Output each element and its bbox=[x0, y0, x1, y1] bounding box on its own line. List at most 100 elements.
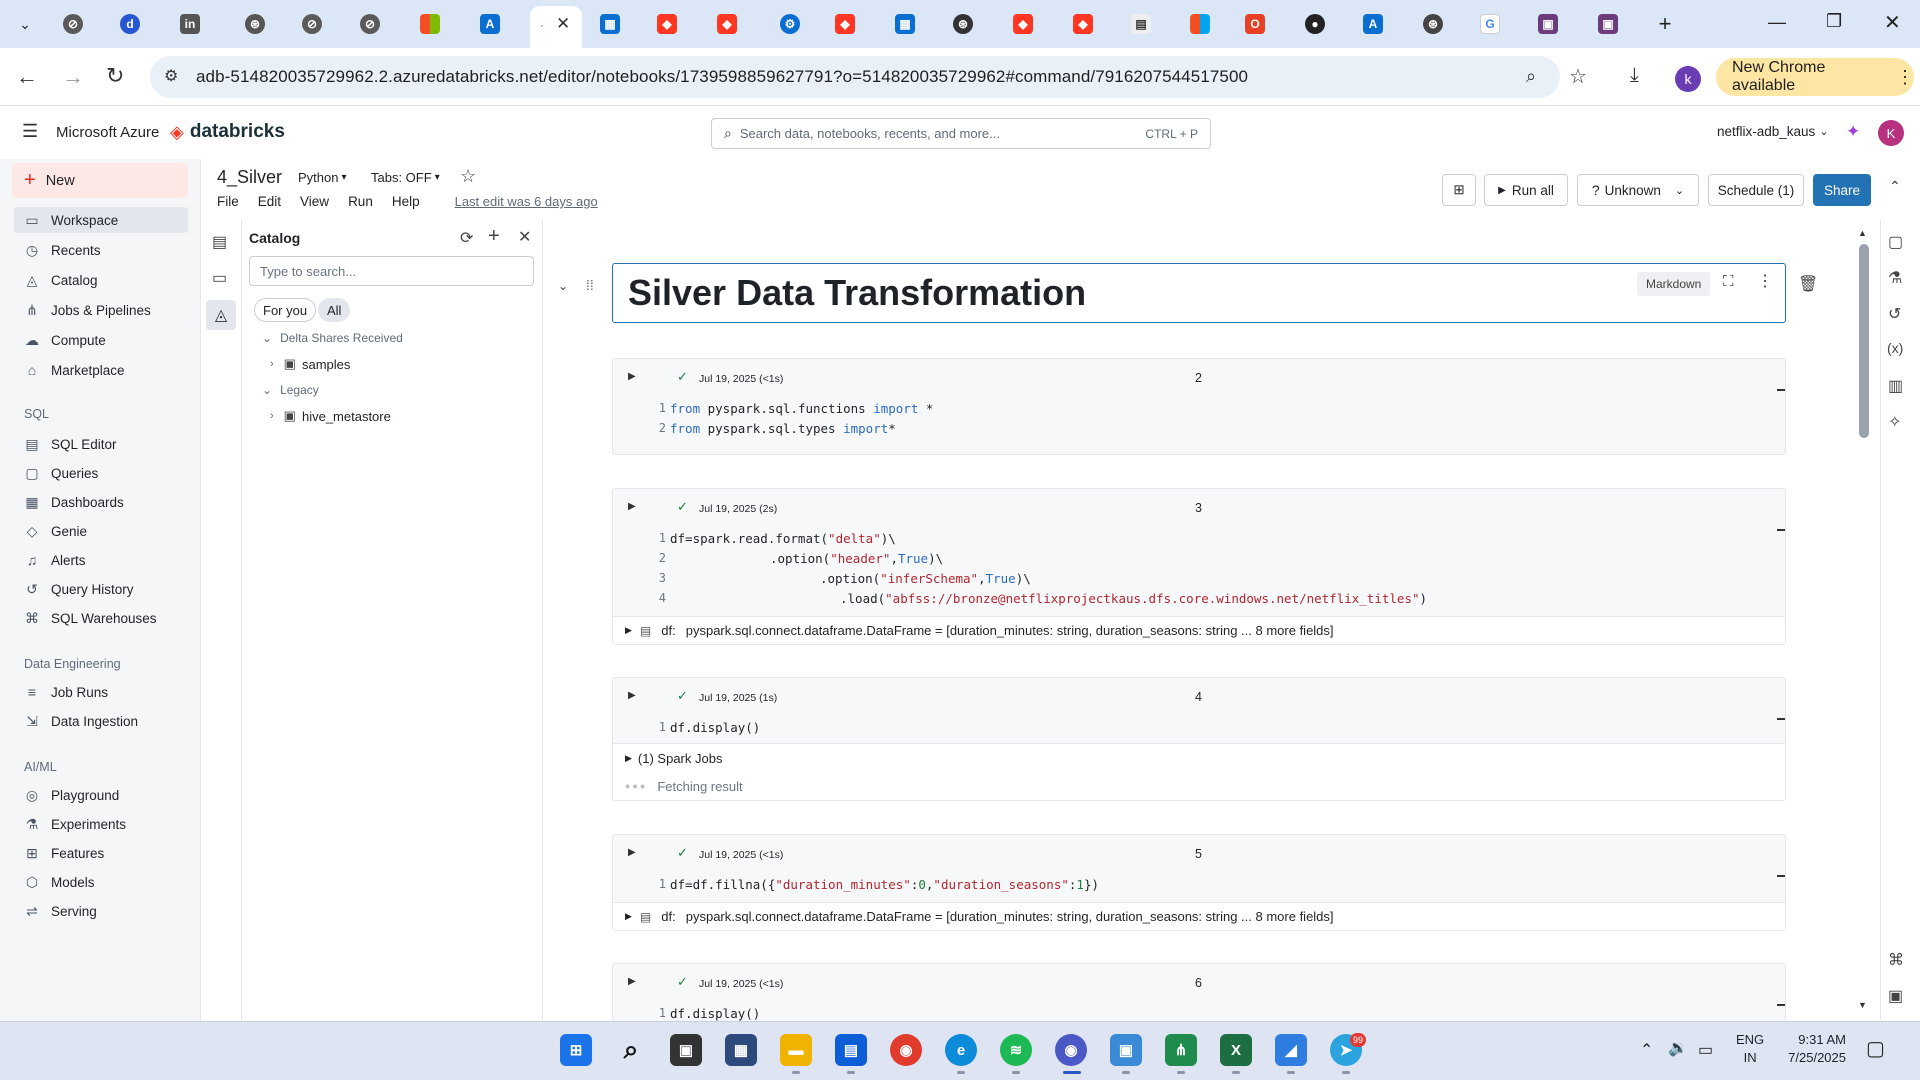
tab-openai[interactable]: ⊛ bbox=[240, 9, 270, 39]
tab-notepad[interactable]: ▤ bbox=[1126, 9, 1156, 39]
expand-caret-icon[interactable]: ▶ bbox=[625, 911, 632, 922]
sidebar-item-data-ingestion[interactable]: ⇲ Data Ingestion bbox=[14, 708, 188, 734]
tab-linkedin[interactable]: in bbox=[175, 9, 205, 39]
more-vertical-icon[interactable]: ⋮ bbox=[1896, 67, 1914, 88]
tab-chatgpt-3[interactable]: ⊘ bbox=[355, 9, 385, 39]
file-explorer-icon[interactable]: ▬ bbox=[780, 1034, 812, 1066]
sidebar-item-workspace[interactable]: ▭ Workspace bbox=[14, 207, 188, 233]
tab-google[interactable]: G bbox=[1475, 9, 1505, 39]
run-cell-icon[interactable]: ▶ bbox=[628, 847, 636, 858]
global-search-input[interactable]: ⌕ Search data, notebooks, recents, and m… bbox=[711, 118, 1211, 149]
code-cell-3[interactable]: ▶ ✓ Jul 19, 2025 (2s) 3 1 df=spark.read.… bbox=[612, 488, 1786, 645]
tab-search-dropdown-icon[interactable]: ⌄ bbox=[10, 9, 40, 39]
reload-icon[interactable]: ↻ bbox=[106, 63, 124, 89]
bookmark-star-icon[interactable]: ☆ bbox=[1569, 64, 1587, 89]
widgets-icon[interactable]: ▦ bbox=[725, 1034, 757, 1066]
tabs-toggle[interactable]: Tabs: OFF ▾ bbox=[371, 170, 440, 185]
drag-handle-icon[interactable]: ⁞⁞ bbox=[586, 277, 594, 293]
tab-databricks-3[interactable]: ◆ bbox=[712, 9, 742, 39]
menu-file[interactable]: File bbox=[217, 194, 239, 209]
forward-icon[interactable]: → bbox=[62, 64, 84, 90]
clock[interactable]: 9:31 AM 7/25/2025 bbox=[1780, 1031, 1846, 1067]
fullscreen-icon[interactable]: ⛶ bbox=[1723, 273, 1734, 290]
sidebar-item-job-runs[interactable]: ≡ Job Runs bbox=[14, 679, 188, 705]
code-cell-2[interactable]: ▶ ✓ Jul 19, 2025 (<1s) 2 1 from pyspark.… bbox=[612, 358, 1786, 455]
run-cell-icon[interactable]: ▶ bbox=[628, 976, 636, 987]
menu-edit[interactable]: Edit bbox=[258, 194, 281, 209]
menu-run[interactable]: Run bbox=[348, 194, 373, 209]
markdown-badge[interactable]: Markdown bbox=[1637, 272, 1711, 296]
git-icon[interactable]: ⋔ bbox=[1165, 1034, 1197, 1066]
new-tab-icon[interactable]: + bbox=[1650, 9, 1680, 39]
spotify-icon[interactable]: ≋ bbox=[1000, 1034, 1032, 1066]
collapse-header-icon[interactable]: ⌃ bbox=[1889, 178, 1901, 195]
variables-icon[interactable]: (x) bbox=[1887, 340, 1903, 356]
site-info-icon[interactable]: ⚙ bbox=[164, 66, 178, 86]
keyboard-shortcuts-icon[interactable]: ⌘ bbox=[1888, 950, 1904, 970]
sidebar-item-sql-editor[interactable]: ▤ SQL Editor bbox=[14, 431, 188, 457]
profile-avatar[interactable]: k bbox=[1675, 66, 1701, 92]
zoom-icon[interactable]: ⌕ bbox=[1526, 66, 1536, 87]
compute-selector[interactable]: ? Unknown ⌄ bbox=[1577, 174, 1699, 206]
url-text[interactable]: adb-514820035729962.2.azuredatabricks.ne… bbox=[196, 67, 1248, 87]
tree-legacy[interactable]: ⌄ Legacy bbox=[262, 383, 319, 397]
back-icon[interactable]: ← bbox=[16, 64, 38, 90]
chrome-icon[interactable]: ◉ bbox=[890, 1034, 922, 1066]
layout-toggle-button[interactable]: ⊞ bbox=[1442, 174, 1476, 206]
tab-openai-3[interactable]: ⊛ bbox=[1418, 9, 1448, 39]
battery-icon[interactable]: ▭ bbox=[1698, 1040, 1713, 1060]
tab-databricks-4[interactable]: ◆ bbox=[830, 9, 860, 39]
code-line[interactable]: df=df.fillna({"duration_minutes":0,"dura… bbox=[670, 877, 1099, 892]
excel-icon[interactable]: X bbox=[1220, 1034, 1252, 1066]
expand-caret-icon[interactable]: ▶ bbox=[625, 625, 632, 636]
close-window-icon[interactable]: ✕ bbox=[1884, 10, 1901, 35]
sidebar-item-models[interactable]: ⬡ Models bbox=[14, 869, 188, 895]
table-of-contents-icon[interactable]: ▤ bbox=[212, 232, 227, 252]
run-cell-icon[interactable]: ▶ bbox=[628, 690, 636, 701]
microsoft-store-icon[interactable]: ▤ bbox=[835, 1034, 867, 1066]
run-cell-icon[interactable]: ▶ bbox=[628, 501, 636, 512]
version-history-icon[interactable]: ↺ bbox=[1888, 304, 1901, 324]
windows-start-icon[interactable]: ⊞ bbox=[560, 1034, 592, 1066]
sidebar-item-serving[interactable]: ⇌ Serving bbox=[14, 898, 188, 924]
tab-azure-2[interactable]: A bbox=[1358, 9, 1388, 39]
code-line[interactable]: .option("inferSchema",True)\ bbox=[820, 571, 1031, 586]
menu-help[interactable]: Help bbox=[392, 194, 420, 209]
hamburger-menu-icon[interactable]: ☰ bbox=[22, 121, 38, 142]
tab-databricks-2[interactable]: ◆ bbox=[652, 9, 682, 39]
tab-azure[interactable]: A bbox=[475, 9, 505, 39]
delete-cell-icon[interactable]: 🗑 bbox=[1798, 274, 1818, 294]
sidebar-item-alerts[interactable]: ♫ Alerts bbox=[14, 547, 188, 573]
code-line[interactable]: df.display() bbox=[670, 1006, 760, 1021]
close-panel-icon[interactable]: ✕ bbox=[518, 227, 531, 247]
speaker-icon[interactable]: 🔉 bbox=[1668, 1038, 1688, 1058]
photos-icon[interactable]: ▣ bbox=[1110, 1034, 1142, 1066]
code-line[interactable]: from pyspark.sql.functions import * bbox=[670, 401, 933, 416]
cell-output-dataframe[interactable]: ▶ ▤ df: pyspark.sql.connect.dataframe.Da… bbox=[613, 616, 1785, 644]
tray-overflow-icon[interactable]: ⌃ bbox=[1640, 1040, 1653, 1060]
assistant-icon[interactable]: ✧ bbox=[1888, 412, 1901, 432]
tab-databricks[interactable]: d bbox=[115, 9, 145, 39]
tab-settings[interactable]: ⚙ bbox=[775, 9, 805, 39]
workspace-files-icon[interactable]: ▭ bbox=[212, 268, 227, 288]
run-all-button[interactable]: ▶ Run all bbox=[1484, 174, 1568, 206]
share-button[interactable]: Share bbox=[1813, 174, 1871, 206]
sidebar-item-features[interactable]: ⊞ Features bbox=[14, 840, 188, 866]
scroll-up-icon[interactable]: ▲ bbox=[1858, 228, 1867, 238]
tree-delta-shares[interactable]: ⌄ Delta Shares Received bbox=[262, 331, 403, 345]
filter-for-you[interactable]: For you bbox=[254, 298, 317, 322]
tab-github[interactable]: ● bbox=[1300, 9, 1330, 39]
azure-storage-explorer-icon[interactable]: ◢ bbox=[1275, 1034, 1307, 1066]
menu-view[interactable]: View bbox=[300, 194, 329, 209]
code-cell-5[interactable]: ▶ ✓ Jul 19, 2025 (<1s) 5 1 df=df.fillna(… bbox=[612, 834, 1786, 931]
tree-hive-metastore[interactable]: › ▣ hive_metastore bbox=[270, 408, 391, 424]
cell-minimize-icon[interactable] bbox=[1777, 529, 1785, 531]
tab-azure-storage-2[interactable]: ▦ bbox=[890, 9, 920, 39]
language-indicator[interactable]: ENG IN bbox=[1736, 1031, 1764, 1067]
sidebar-item-playground[interactable]: ◎ Playground bbox=[14, 782, 188, 808]
notebook-title[interactable]: 4_Silver bbox=[217, 167, 282, 188]
sidebar-item-query-history[interactable]: ↺ Query History bbox=[14, 576, 188, 602]
sidebar-item-jobs-pipelines[interactable]: ⋔ Jobs & Pipelines bbox=[14, 297, 188, 323]
cell-output-dataframe[interactable]: ▶ ▤ df: pyspark.sql.connect.dataframe.Da… bbox=[613, 902, 1785, 930]
tab-databricks-5[interactable]: ◆ bbox=[1008, 9, 1038, 39]
